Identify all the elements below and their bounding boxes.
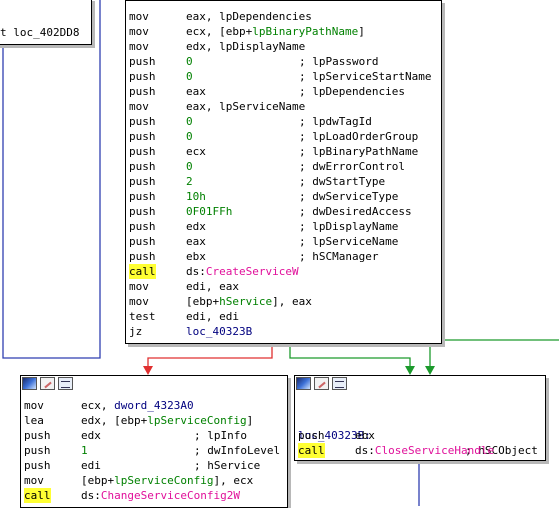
instruction-mnemonic: push [129,205,156,218]
instruction-mnemonic: mov [129,280,149,293]
instruction-operand: edi, edi [186,310,239,323]
instruction-mnemonic: mov [24,474,44,487]
graph-color-icon[interactable] [296,377,311,390]
instruction-mnemonic: push [24,429,51,442]
instruction-mnemonic: push [24,459,51,472]
instruction-operand: eax, lpServiceName [186,100,306,113]
instruction-mnemonic: push [24,444,51,457]
instruction-mnemonic: jz [129,325,143,338]
block-header-toolbar [296,377,347,392]
instruction-mnemonic: mov [129,100,149,113]
instruction-comment: ; lpInfo [194,429,247,442]
instruction-operand: loc_40323B [186,325,253,338]
instruction-operand: ds:CreateServiceW [186,265,299,278]
instruction-comment: ; dwServiceType [299,190,399,203]
instruction-comment: ; dwInfoLevel [194,444,281,457]
instruction-operand: 1 [81,444,88,457]
instruction-comment: ; lpBinaryPathName [299,145,419,158]
incoming-edge-right-arrow [425,366,435,375]
node-view-icon[interactable] [332,377,347,390]
instruction-operand: 0 [186,70,193,83]
edit-node-icon[interactable] [314,377,329,390]
instruction-mnemonic: push [298,429,325,442]
instruction-mnemonic: push [129,175,156,188]
instruction-mnemonic: push [129,250,156,263]
true-branch-edge [289,344,411,368]
instruction-operand: 0 [186,130,193,143]
instruction-mnemonic: push [129,115,156,128]
instruction-operand: eax, lpDependencies [186,10,312,23]
false-branch-edge [147,344,273,368]
instruction-mnemonic: push [129,145,156,158]
instruction-operand: ecx [186,145,206,158]
instruction-mnemonic: push [129,70,156,83]
location-label-line: loc_40323B: ; hSCObject [298,413,538,457]
instruction-operand: ecx, dword_4323A0 [81,399,194,412]
instruction-comment: ; lpLoadOrderGroup [299,130,419,143]
instruction-operand: ecx, [ebp+lpBinaryPathName] [186,25,365,38]
instruction-operand: [ebp+lpServiceConfig], ecx [81,474,254,487]
node-view-icon[interactable] [58,377,73,390]
instruction-mnemonic: push [129,235,156,248]
instruction-mnemonic: push [129,190,156,203]
instruction-comment: ; lpDependencies [299,85,405,98]
instruction-operand: eax [186,235,206,248]
left-block-edge [2,0,101,359]
instruction-mnemonic: push [129,130,156,143]
instruction-comment: ; lpServiceStartName [299,70,432,83]
incoming-edge-right [429,339,559,368]
main-code-block: mov eax, lpDependencies mov ecx, [ebp+lpBin… [125,0,442,344]
instruction-operand: 2 [186,175,193,188]
edit-node-icon[interactable] [40,377,55,390]
instruction-operand: 0 [186,55,193,68]
partial-instruction-line: t loc_402DD8 [0,26,80,39]
instruction-operand: edi, eax [186,280,239,293]
instruction-mnemonic: mov [129,10,149,23]
instruction-comment: ; dwErrorControl [299,160,405,173]
left-partial-block: t loc_402DD8 [0,0,92,45]
instruction-mnemonic: push [129,85,156,98]
instruction-operand: ebx [186,250,206,263]
instruction-comment: ; hSCManager [299,250,379,263]
instruction-operand: edx, lpDisplayName [186,40,306,53]
false-branch-arrow [143,366,153,375]
instruction-operand: ds:ChangeServiceConfig2W [81,489,240,502]
instruction-operand: 0F01FFh [186,205,233,218]
instruction-mnemonic: push [129,160,156,173]
instruction-comment: ; lpServiceName [299,235,399,248]
block-header-toolbar [22,377,73,392]
graph-color-icon[interactable] [22,377,37,390]
instruction-mnemonic: mov [24,399,44,412]
bottom-left-code-block: mov ecx, dword_4323A0lea edx, [ebp+lpServi… [20,375,288,508]
instruction-operand: 10h [186,190,206,203]
instruction-mnemonic: push [129,220,156,233]
instruction-mnemonic: push [129,55,156,68]
instruction-operand: edx [186,220,206,233]
instruction-comment: ; lpdwTagId [299,115,372,128]
instruction-operand: edi [81,459,101,472]
instruction-operand: 0 [186,160,193,173]
instruction-comment: ; lpPassword [299,55,379,68]
instruction-mnemonic: mov [129,25,149,38]
bottom-right-code-block: loc_40323B: ; hSCObject push ebx call ds:Cl… [294,375,546,461]
instruction-operand: [ebp+hService], eax [186,295,312,308]
instruction-mnemonic: mov [129,40,149,53]
instruction-mnemonic: call [129,264,156,279]
instruction-operand: eax [186,85,206,98]
instruction-mnemonic: call [24,488,51,503]
instruction-comment: ; hService [194,459,261,472]
instruction-operand: ebx [355,429,375,442]
instruction-mnemonic: call [298,443,325,458]
instruction-comment: ; dwStartType [299,175,386,188]
instruction-comment: ; lpDisplayName [299,220,399,233]
instruction-operand: edx, [ebp+lpServiceConfig] [81,414,254,427]
instruction-mnemonic: mov [129,295,149,308]
instruction-operand: 0 [186,115,193,128]
instruction-comment: ; dwDesiredAccess [299,205,412,218]
instruction-mnemonic: test [129,310,156,323]
instruction-mnemonic: lea [24,414,44,427]
instruction-operand: edx [81,429,101,442]
true-branch-arrow [405,366,415,375]
instruction-operand: ds:CloseServiceHandle [355,444,495,457]
